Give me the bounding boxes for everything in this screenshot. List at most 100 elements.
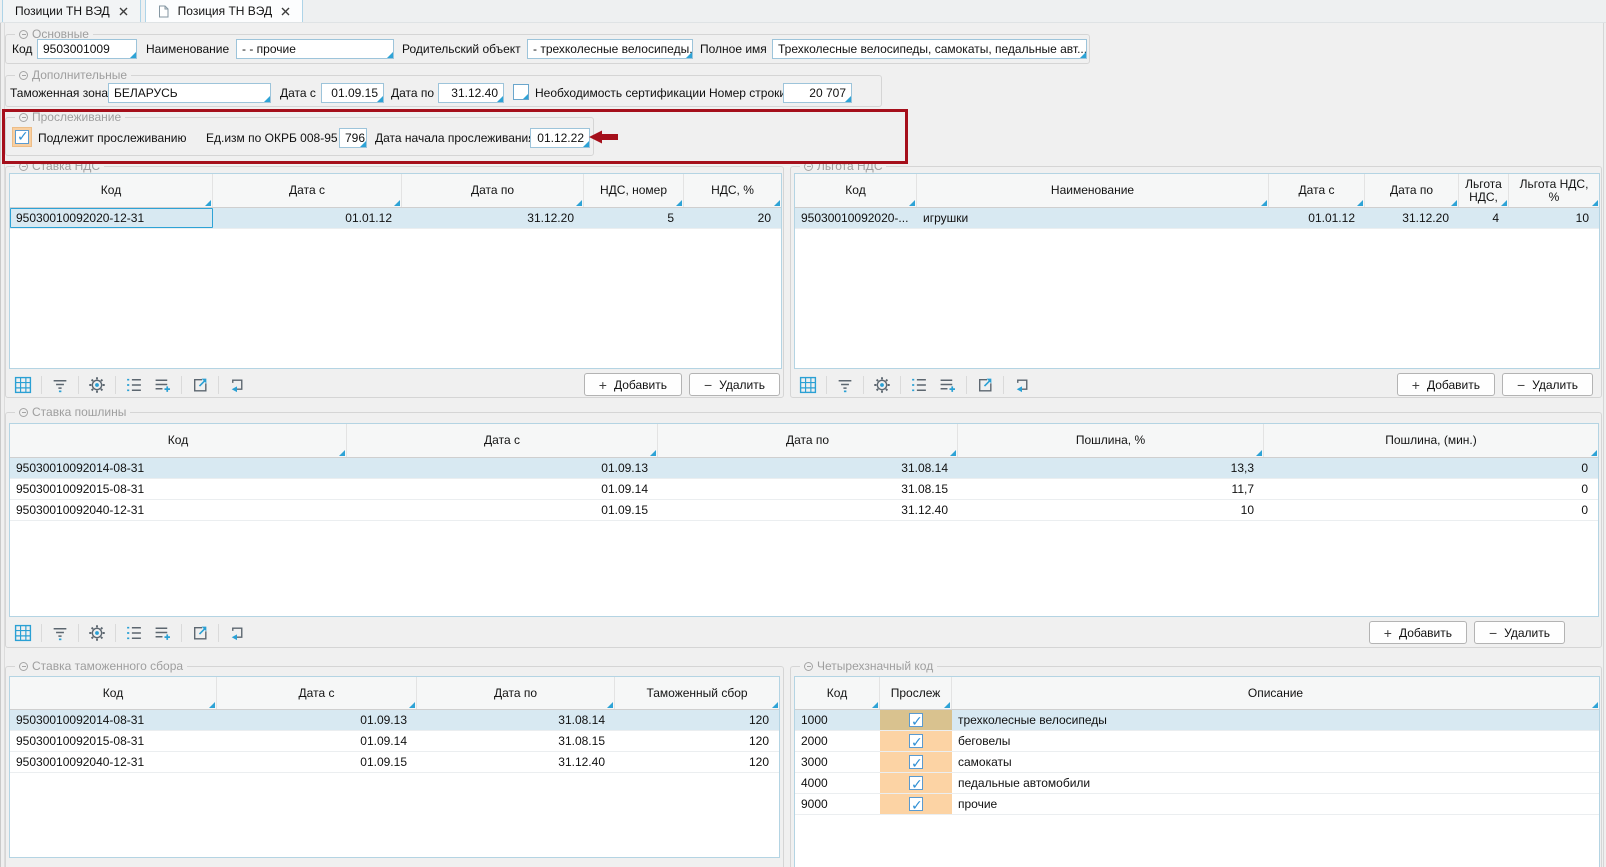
column-header[interactable]: Код — [10, 174, 213, 207]
column-header[interactable]: НДС, номер — [584, 174, 684, 207]
numbered-list-icon[interactable] — [123, 623, 145, 643]
collapse-icon[interactable] — [19, 71, 28, 80]
proslezh-checkbox[interactable] — [909, 734, 923, 748]
podlezhit-checkbox[interactable] — [15, 130, 29, 144]
column-header[interactable]: Пошлина, (мин.) — [1264, 424, 1598, 457]
table-row[interactable]: 95030010092015-08-31 01.09.14 31.08.15 1… — [10, 731, 779, 752]
column-header[interactable]: Пошлина, % — [958, 424, 1264, 457]
tamozhennaya-zona-field[interactable]: БЕЛАРУСЬ — [108, 83, 271, 103]
delete-button[interactable]: − Удалить — [689, 373, 780, 396]
column-header[interactable]: НДС, % — [684, 174, 781, 207]
collapse-icon[interactable] — [804, 162, 813, 171]
tab-poziciya-tn-ved[interactable]: Позиция ТН ВЭД — [145, 0, 303, 22]
delete-button[interactable]: − Удалить — [1502, 373, 1593, 396]
filter-icon[interactable] — [49, 623, 71, 643]
collapse-icon[interactable] — [19, 162, 28, 171]
grid-icon[interactable] — [12, 375, 34, 395]
add-button[interactable]: + Добавить — [584, 373, 682, 396]
open-external-icon[interactable] — [974, 375, 996, 395]
table-row[interactable]: 1000 трехколесные велосипеды — [795, 710, 1599, 731]
grid-icon[interactable] — [797, 375, 819, 395]
cell-data-s: 01.09.14 — [347, 479, 658, 499]
column-header[interactable]: Описание — [952, 677, 1599, 709]
column-header[interactable]: Льгота НДС, % — [1509, 174, 1599, 207]
column-header[interactable]: Таможенный сбор — [615, 677, 779, 709]
numbered-list-icon[interactable] — [908, 375, 930, 395]
open-external-icon[interactable] — [189, 623, 211, 643]
add-button[interactable]: + Добавить — [1369, 621, 1467, 644]
table-row[interactable]: 95030010092040-12-31 01.09.15 31.12.40 1… — [10, 752, 779, 773]
group-title-text: Дополнительные — [32, 68, 127, 82]
column-header[interactable]: Дата с — [1269, 174, 1365, 207]
proslezh-checkbox[interactable] — [909, 755, 923, 769]
tab-pozicii-tn-ved[interactable]: Позиции ТН ВЭД — [2, 0, 141, 22]
column-header[interactable]: Дата по — [417, 677, 615, 709]
add-to-list-icon[interactable] — [937, 375, 959, 395]
table-row[interactable]: 95030010092020-12-31 01.01.12 31.12.20 5… — [10, 208, 781, 229]
table-row[interactable]: 95030010092014-08-31 01.09.13 31.08.14 1… — [10, 710, 779, 731]
gear-icon[interactable] — [86, 623, 108, 643]
table-row[interactable]: 4000 педальные автомобили — [795, 773, 1599, 794]
collapse-icon[interactable] — [19, 408, 28, 417]
column-header[interactable]: Код — [795, 174, 917, 207]
add-to-list-icon[interactable] — [152, 623, 174, 643]
cell-data-po: 31.12.20 — [1365, 208, 1459, 228]
close-icon[interactable] — [281, 7, 290, 16]
table-row[interactable]: 95030010092015-08-31 01.09.14 31.08.15 1… — [10, 479, 1598, 500]
proslezh-checkbox[interactable] — [909, 797, 923, 811]
collapse-icon[interactable] — [19, 662, 28, 671]
table-row[interactable]: 95030010092040-12-31 01.09.15 31.12.40 1… — [10, 500, 1598, 521]
toolbar-separator — [1003, 376, 1004, 394]
add-button[interactable]: + Добавить — [1397, 373, 1495, 396]
kod-field[interactable]: 9503001009 — [37, 39, 137, 59]
column-header[interactable]: Дата по — [658, 424, 958, 457]
ed-izm-field[interactable]: 796 — [339, 128, 367, 148]
gear-icon[interactable] — [871, 375, 893, 395]
table-row[interactable]: 2000 беговелы — [795, 731, 1599, 752]
collapse-icon[interactable] — [19, 30, 28, 39]
open-external-icon[interactable] — [189, 375, 211, 395]
filter-icon[interactable] — [49, 375, 71, 395]
collapse-icon[interactable] — [804, 662, 813, 671]
sertifikaciya-checkbox[interactable] — [513, 84, 529, 100]
column-header[interactable]: Льгота НДС, — [1459, 174, 1509, 207]
data-po-field[interactable]: 31.12.40 — [438, 83, 504, 103]
column-header[interactable]: Дата по — [402, 174, 584, 207]
nomer-stroki-field[interactable]: 20 707 — [783, 83, 852, 103]
refresh-icon[interactable] — [1011, 375, 1033, 395]
table-row[interactable]: 3000 самокаты — [795, 752, 1599, 773]
cell-sbor: 120 — [615, 731, 779, 751]
proslezh-checkbox[interactable] — [909, 713, 923, 727]
proslezh-checkbox[interactable] — [909, 776, 923, 790]
numbered-list-icon[interactable] — [123, 375, 145, 395]
column-header[interactable]: Код — [10, 677, 217, 709]
naimenovanie-field[interactable]: - - прочие — [236, 39, 394, 59]
grid-icon[interactable] — [12, 623, 34, 643]
column-header[interactable]: Дата с — [217, 677, 417, 709]
polnoe-imya-field[interactable]: Трехколесные велосипеды, самокаты, педал… — [772, 39, 1087, 59]
column-header[interactable]: Код — [10, 424, 347, 457]
column-header[interactable]: Наименование — [917, 174, 1269, 207]
roditelskiy-obekt-field[interactable]: - трехколесные велосипеды, са... — [527, 39, 693, 59]
column-header[interactable]: Дата с — [347, 424, 658, 457]
delete-button[interactable]: − Удалить — [1474, 621, 1565, 644]
delete-button-label: Удалить — [1504, 626, 1550, 640]
close-icon[interactable] — [119, 7, 128, 16]
add-to-list-icon[interactable] — [152, 375, 174, 395]
data-nachala-field[interactable]: 01.12.22 — [530, 128, 590, 148]
cell-kod[interactable]: 95030010092020-12-31 — [10, 208, 213, 228]
column-header[interactable]: Дата по — [1365, 174, 1459, 207]
refresh-icon[interactable] — [226, 375, 248, 395]
collapse-icon[interactable] — [19, 113, 28, 122]
column-header[interactable]: Код — [795, 677, 880, 709]
filter-icon[interactable] — [834, 375, 856, 395]
gear-icon[interactable] — [86, 375, 108, 395]
table-row[interactable]: 95030010092020-... игрушки 01.01.12 31.1… — [795, 208, 1599, 229]
nomer-stroki-label: Номер строки — [709, 83, 786, 103]
table-row[interactable]: 95030010092014-08-31 01.09.13 31.08.14 1… — [10, 458, 1598, 479]
table-row[interactable]: 9000 прочие — [795, 794, 1599, 815]
column-header[interactable]: Дата с — [213, 174, 402, 207]
data-s-field[interactable]: 01.09.15 — [321, 83, 384, 103]
refresh-icon[interactable] — [226, 623, 248, 643]
column-header[interactable]: Прослеж — [880, 677, 952, 709]
